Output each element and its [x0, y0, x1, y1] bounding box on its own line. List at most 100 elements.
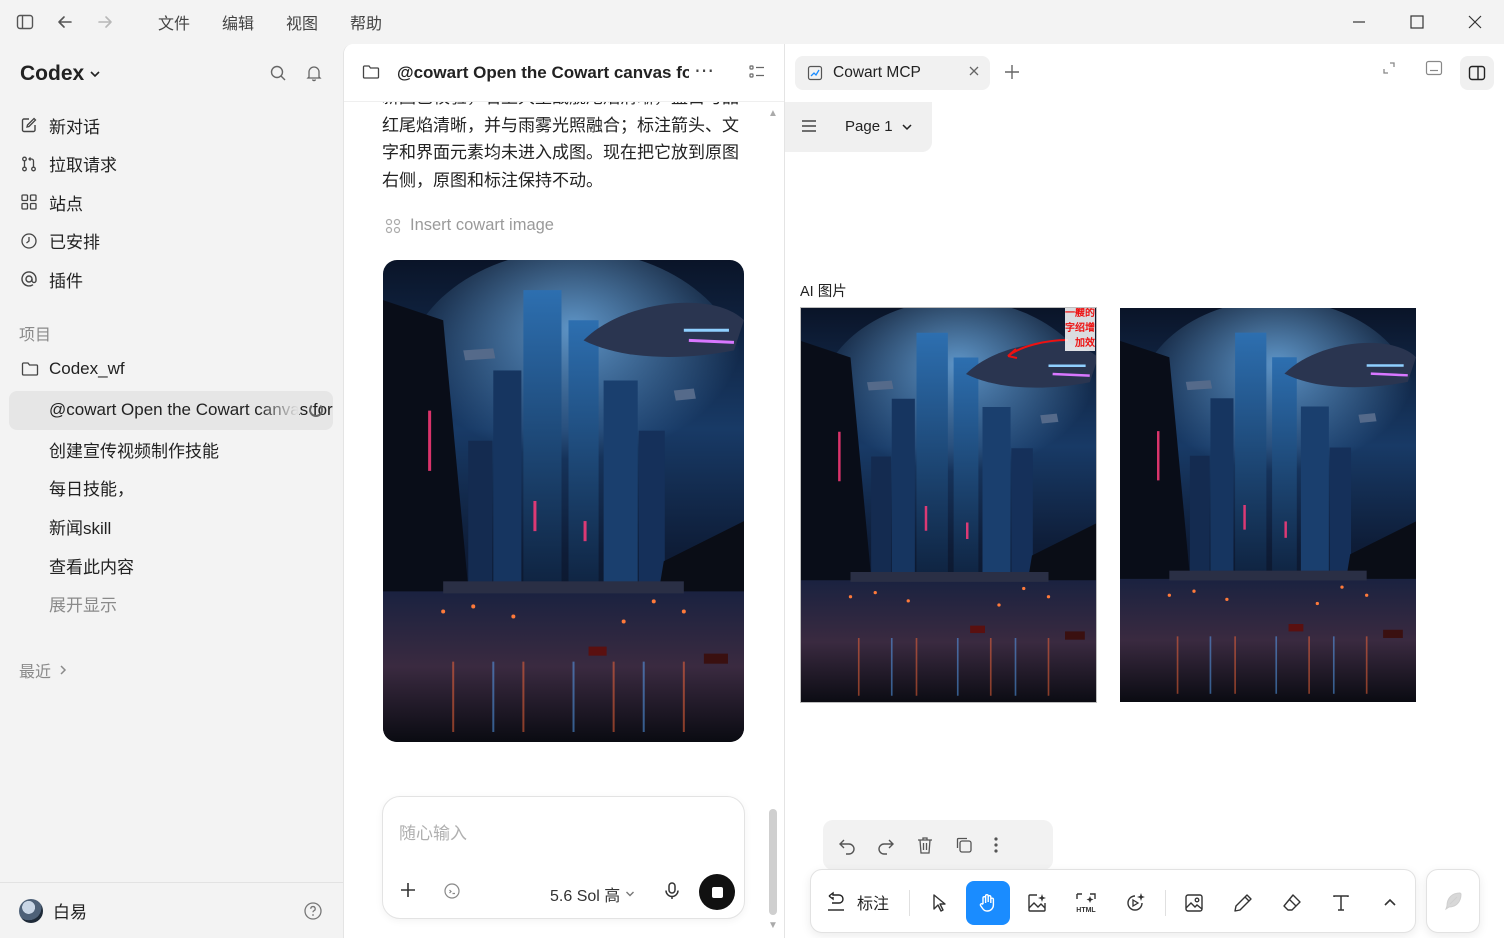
select-tool[interactable] — [917, 881, 961, 925]
thread-item[interactable]: 创建宣传视频制作技能 — [9, 430, 333, 469]
scroll-down-arrow-icon[interactable]: ▼ — [768, 920, 778, 931]
tab-cowart-mcp[interactable]: Cowart MCP — [795, 56, 990, 90]
text-tool[interactable] — [1319, 881, 1363, 925]
svg-text:HTML: HTML — [1076, 907, 1096, 914]
sidebar-item-label: 拉取请求 — [49, 156, 117, 176]
sidebar-item-plugins[interactable]: 插件 — [18, 260, 117, 299]
show-more-label: 展开显示 — [49, 596, 117, 616]
close-tab-icon[interactable] — [968, 65, 980, 77]
thread-title: 新闻skill — [49, 518, 112, 538]
ai-html-tool[interactable]: HTML — [1064, 881, 1108, 925]
thread-item[interactable]: 每日技能， — [9, 468, 333, 507]
redo-icon[interactable] — [876, 835, 896, 855]
menu-file[interactable]: 文件 — [142, 10, 206, 34]
add-icon[interactable] — [399, 881, 417, 899]
sidebar-item-sites[interactable]: 站点 — [18, 183, 117, 222]
title-bar: 文件 编辑 视图 帮助 — [0, 0, 1504, 44]
scroll-up-arrow-icon[interactable]: ▲ — [768, 108, 778, 119]
cowart-tool-icon — [384, 217, 402, 235]
at-icon — [18, 270, 40, 288]
help-icon[interactable] — [303, 901, 323, 921]
project-folder[interactable]: Codex_wf — [19, 359, 125, 379]
new-tab-icon[interactable] — [1003, 63, 1021, 81]
composer-input[interactable]: 随心输入 — [399, 819, 467, 844]
message-composer[interactable]: 随心输入 5.6 Sol 高 — [382, 796, 745, 919]
ai-action-button[interactable] — [1426, 869, 1480, 933]
app-switcher[interactable]: Codex — [20, 62, 102, 86]
ai-video-tool[interactable] — [1113, 881, 1157, 925]
thread-item[interactable]: 新闻skill — [9, 507, 333, 546]
sidebar-item-new-chat[interactable]: 新对话 — [18, 106, 117, 145]
sidebar-toggle-icon[interactable] — [12, 9, 38, 35]
chevron-down-icon — [901, 121, 913, 133]
search-icon[interactable] — [269, 64, 287, 82]
forward-arrow-icon[interactable] — [92, 9, 118, 35]
sidebar-item-label: 站点 — [49, 194, 83, 214]
microphone-icon[interactable] — [663, 881, 681, 901]
tab-title: Cowart MCP — [833, 64, 921, 81]
sidebar-item-pull-requests[interactable]: 拉取请求 — [18, 145, 117, 184]
annotate-button[interactable]: 标注 — [825, 890, 889, 914]
page-dropdown[interactable]: Page 1 — [845, 118, 913, 135]
user-name: 白易 — [53, 903, 87, 922]
video-sparkle-icon — [1124, 892, 1146, 914]
menu-icon[interactable] — [801, 119, 817, 133]
minimize-icon[interactable] — [1330, 0, 1388, 44]
menu-view[interactable]: 视图 — [270, 10, 334, 34]
chevron-down-icon — [88, 67, 102, 81]
expand-toolbar-button[interactable] — [1368, 881, 1412, 925]
duplicate-icon[interactable] — [954, 835, 974, 855]
image-icon — [1183, 892, 1205, 914]
sidebar-item-label: 插件 — [49, 271, 83, 291]
thread-item[interactable]: 查看此内容 — [9, 546, 333, 585]
image-tool[interactable] — [1172, 881, 1216, 925]
canvas-area[interactable]: Page 1 AI 图片 一艘的字绍增加效 标注 HTML — [785, 102, 1504, 938]
close-icon[interactable] — [1446, 0, 1504, 44]
sidebar-item-scheduled[interactable]: 已安排 — [18, 222, 117, 261]
extension-icon[interactable] — [443, 882, 461, 900]
panel-right-icon[interactable] — [1460, 56, 1494, 90]
task-list-icon[interactable] — [748, 63, 766, 81]
generated-image[interactable] — [383, 260, 744, 742]
eraser-tool[interactable] — [1270, 881, 1314, 925]
trash-icon[interactable] — [915, 835, 935, 855]
user-profile[interactable]: 白易 — [0, 882, 343, 938]
recent-section[interactable]: 最近 — [19, 658, 69, 682]
thread-item-active[interactable]: @cowart Open the Cowart canvas for — [9, 391, 333, 430]
back-arrow-icon[interactable] — [52, 9, 78, 35]
project-name: Codex_wf — [49, 359, 125, 378]
original-image[interactable]: 一艘的字绍增加效 — [800, 307, 1097, 703]
edit-icon — [18, 116, 40, 134]
text-icon — [1331, 893, 1351, 913]
pen-tool[interactable] — [1221, 881, 1265, 925]
panel-bottom-icon[interactable] — [1425, 60, 1443, 76]
show-more-link[interactable]: 展开显示 — [9, 584, 333, 623]
chat-pane: @cowart Open the Cowart canvas for ⋯ 新图已… — [343, 44, 784, 938]
thread-title: 创建宣传视频制作技能 — [49, 441, 219, 461]
model-selector[interactable]: 5.6 Sol 高 — [550, 882, 636, 906]
hand-tool[interactable] — [966, 881, 1010, 925]
image-sparkle-icon — [1026, 892, 1048, 914]
chevron-up-icon — [1382, 895, 1398, 911]
more-options-icon[interactable]: ⋯ — [694, 58, 715, 83]
result-image[interactable] — [1120, 308, 1416, 702]
pull-request-icon — [18, 155, 40, 173]
cursor-icon — [929, 893, 949, 913]
sidebar-nav: 新对话 拉取请求 站点 已安排 插件 — [18, 106, 117, 299]
expand-icon[interactable] — [1381, 60, 1397, 76]
folder-icon — [19, 360, 41, 378]
ai-image-tool[interactable] — [1015, 881, 1059, 925]
chat-title: @cowart Open the Cowart canvas for — [397, 63, 689, 82]
scrollbar-thumb[interactable] — [769, 809, 777, 915]
menu-help[interactable]: 帮助 — [334, 10, 398, 34]
maximize-icon[interactable] — [1388, 0, 1446, 44]
stop-button[interactable] — [699, 874, 735, 910]
more-vertical-icon[interactable] — [993, 835, 999, 855]
tool-call-row[interactable]: Insert cowart image — [384, 216, 554, 235]
tool-call-label: Insert cowart image — [410, 216, 554, 234]
undo-icon[interactable] — [837, 835, 857, 855]
brand-name: Codex — [20, 62, 85, 85]
bell-icon[interactable] — [305, 64, 323, 82]
menu-edit[interactable]: 编辑 — [206, 10, 270, 34]
annotation-text: 一艘的字绍增加效 — [1065, 308, 1095, 351]
